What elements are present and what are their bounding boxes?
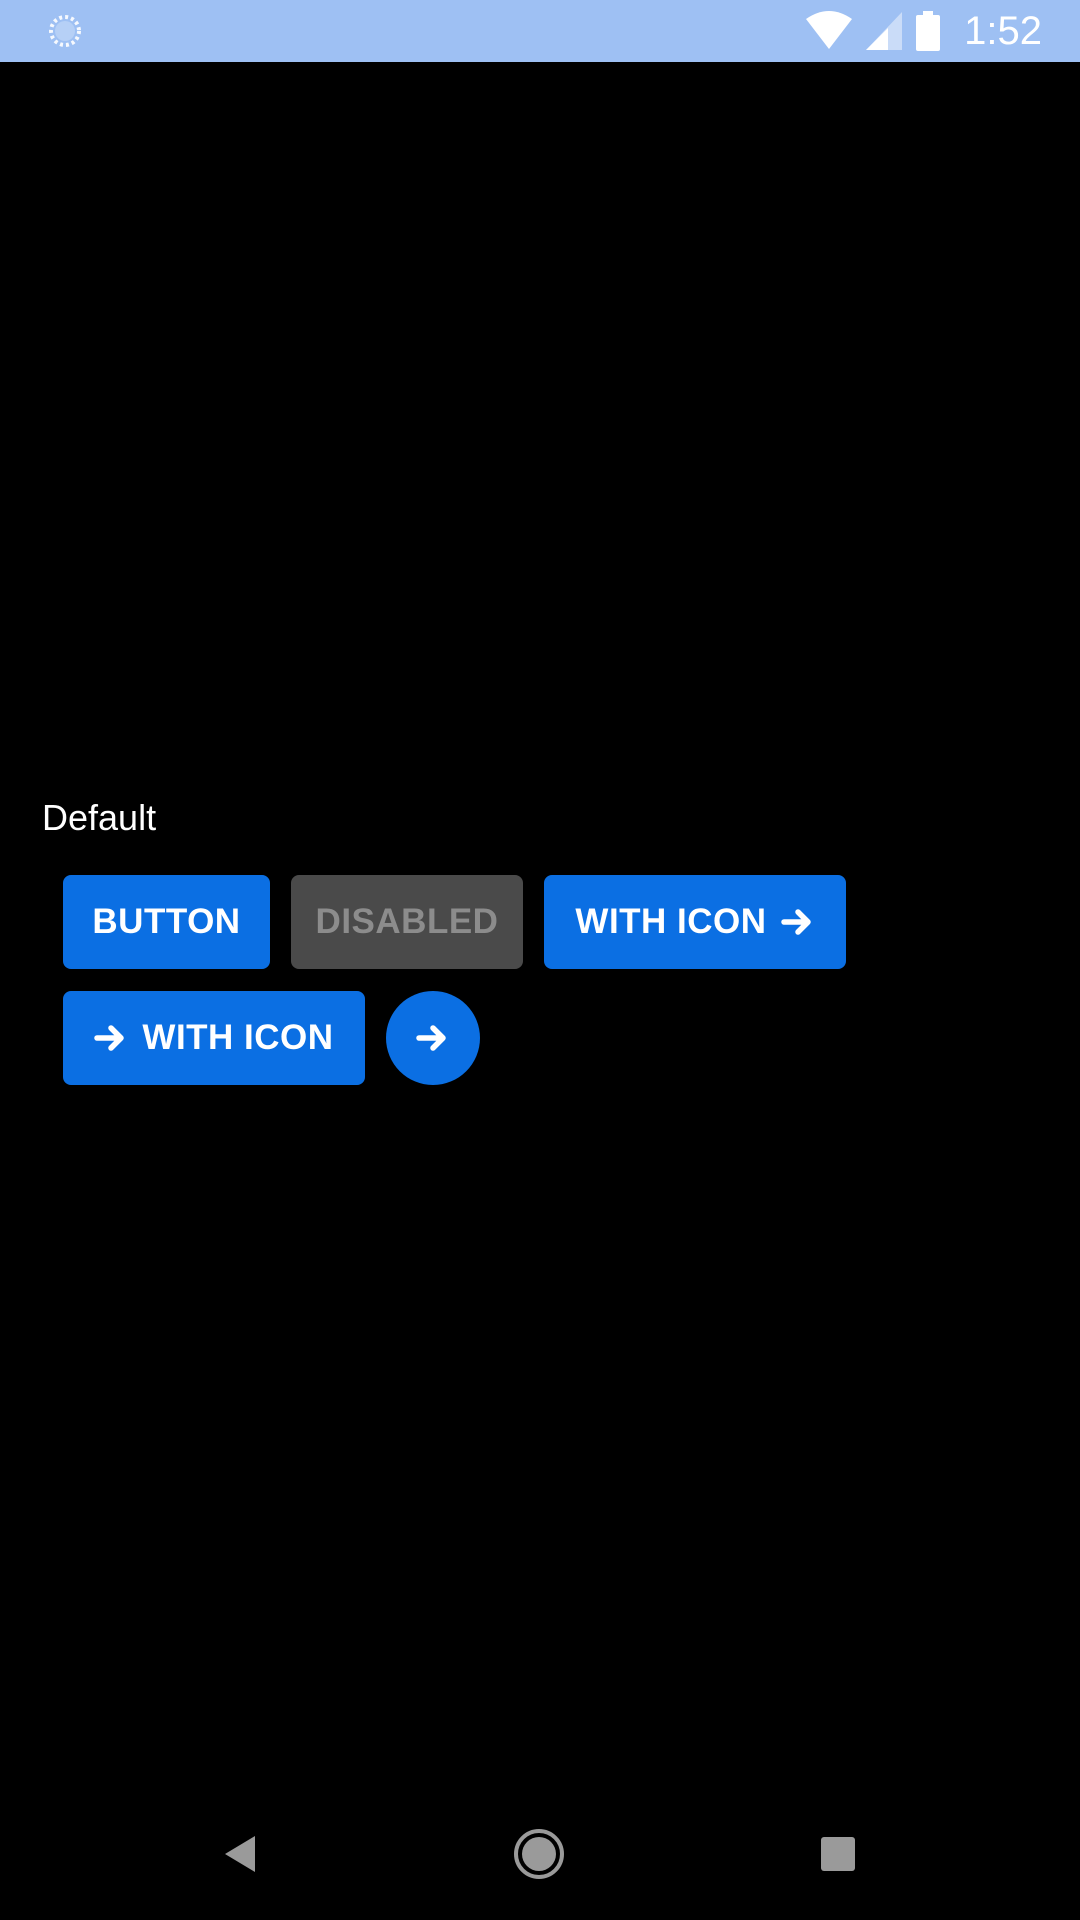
status-bar: 1:52 [0,0,1080,62]
back-icon [225,1836,255,1872]
recents-button[interactable] [802,1818,874,1890]
arrow-right-icon [416,1021,450,1055]
with-icon-right-label: WITH ICON [575,902,767,941]
screen: 1:52 Default BUTTON DISABLED WITH ICON W… [0,0,1080,1920]
arrow-right-icon [780,905,815,939]
with-icon-left-label: WITH ICON [142,1018,334,1057]
round-icon-button[interactable] [386,991,480,1085]
battery-icon [916,11,941,51]
status-icons: 1:52 [806,0,1042,62]
navigation-bar [0,1788,1080,1920]
primary-button-label: BUTTON [92,902,241,941]
arrow-right-icon [94,1021,128,1055]
status-time: 1:52 [964,9,1042,53]
with-icon-left-button[interactable]: WITH ICON [63,991,365,1085]
disabled-button-label: DISABLED [315,902,499,941]
loading-icon [49,15,81,47]
signal-icon [866,12,903,50]
home-button[interactable] [503,1818,575,1890]
section-title: Default [42,797,157,838]
primary-button[interactable]: BUTTON [63,875,270,969]
with-icon-right-button[interactable]: WITH ICON [544,875,846,969]
recents-icon [821,1837,855,1871]
home-icon [514,1829,564,1879]
back-button[interactable] [205,1818,277,1890]
wifi-icon [806,11,853,49]
disabled-button: DISABLED [291,875,523,969]
